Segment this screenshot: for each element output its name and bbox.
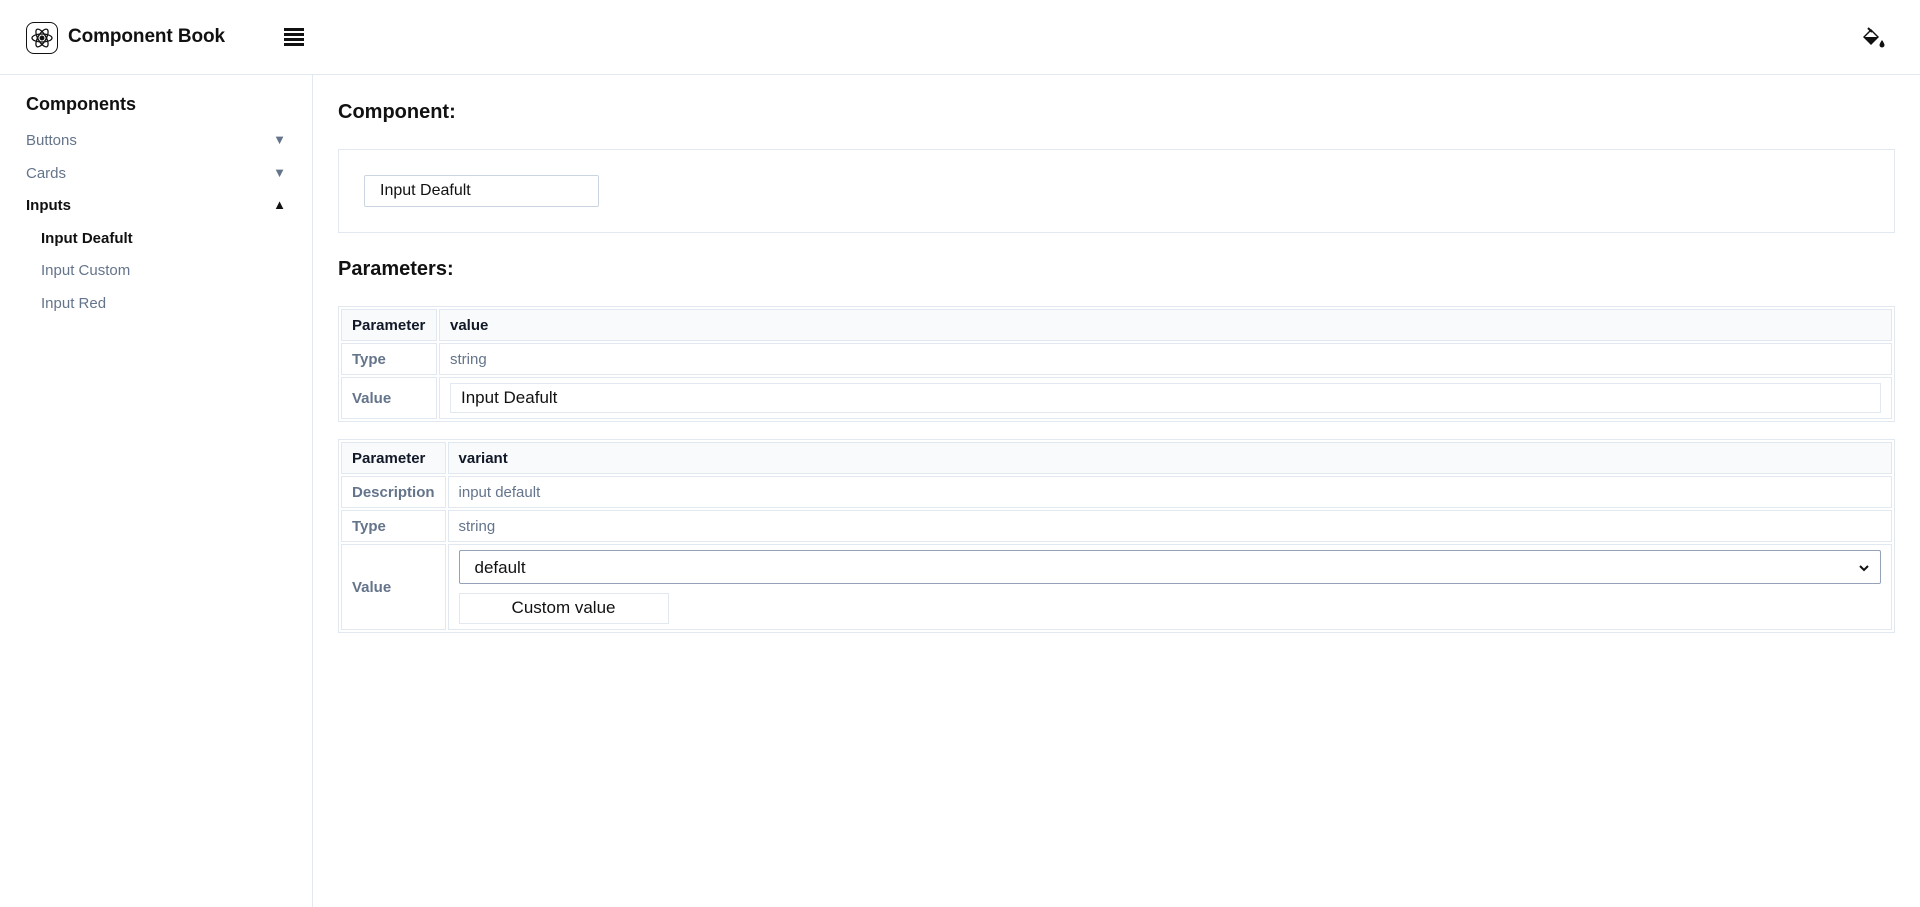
hamburger-menu-icon[interactable] (284, 28, 304, 48)
table-row: Value default Custom value (341, 544, 1892, 630)
value-input[interactable] (450, 383, 1881, 413)
sidebar-subitem-input-default[interactable]: Input Deafult (41, 230, 133, 247)
expand-arrow-icon[interactable]: ▼ (273, 165, 286, 180)
description-label: Description (341, 476, 446, 508)
variant-select[interactable]: default (458, 549, 1881, 584)
table-row: Parameter value (341, 309, 1892, 341)
sidebar-title: Components (26, 94, 136, 114)
select-value: default (474, 557, 526, 577)
parameters-heading: Parameters: (338, 258, 454, 280)
type-value: string (439, 343, 1892, 375)
expand-arrow-icon[interactable]: ▼ (273, 132, 286, 147)
type-value: string (447, 510, 1892, 542)
value-cell: default Custom value (447, 544, 1892, 630)
parameter-name: variant (447, 442, 1892, 474)
parameter-label: Parameter (341, 309, 437, 341)
parameter-table-value: Parameter value Type string Value (338, 306, 1895, 422)
type-label: Type (341, 510, 446, 542)
sidebar-subitem-input-red[interactable]: Input Red (41, 295, 106, 312)
component-preview (338, 149, 1895, 233)
table-row: Type string (341, 343, 1892, 375)
parameter-name: value (439, 309, 1892, 341)
parameter-table-variant: Parameter variant Description input defa… (338, 439, 1895, 633)
value-cell (439, 377, 1892, 419)
logo[interactable] (26, 22, 58, 54)
sidebar-item-label: Cards (26, 165, 67, 182)
table-row: Parameter variant (341, 442, 1892, 474)
value-label: Value (341, 544, 446, 630)
table-row: Type string (341, 510, 1892, 542)
preview-input[interactable] (364, 175, 599, 207)
table-row: Value (341, 377, 1892, 419)
app-title: Component Book (68, 26, 225, 47)
custom-value-button[interactable]: Custom value (458, 592, 669, 624)
sidebar-item-label: Buttons (26, 132, 77, 149)
chevron-down-icon (1859, 564, 1869, 571)
sidebar: Components Buttons ▼ Cards ▼ Inputs ▲ In… (0, 75, 313, 907)
sidebar-item-inputs[interactable]: Inputs ▲ (26, 195, 286, 217)
collapse-arrow-icon[interactable]: ▲ (273, 197, 286, 212)
table-row: Description input default (341, 476, 1892, 508)
sidebar-item-buttons[interactable]: Buttons ▼ (26, 130, 286, 152)
main-content: Component: Parameters: Parameter value T… (314, 75, 1920, 907)
value-label: Value (341, 377, 437, 419)
component-heading: Component: (338, 101, 456, 123)
type-label: Type (341, 343, 437, 375)
sidebar-subitem-input-custom[interactable]: Input Custom (41, 262, 130, 279)
react-atom-icon (31, 28, 53, 48)
sidebar-item-label: Inputs (26, 197, 71, 214)
theme-toggle-button[interactable] (1860, 26, 1886, 50)
sidebar-item-cards[interactable]: Cards ▼ (26, 163, 286, 185)
description-value: input default (447, 476, 1892, 508)
parameter-label: Parameter (341, 442, 446, 474)
paint-bucket-icon (1863, 27, 1885, 48)
app-header: Component Book (0, 0, 1920, 75)
